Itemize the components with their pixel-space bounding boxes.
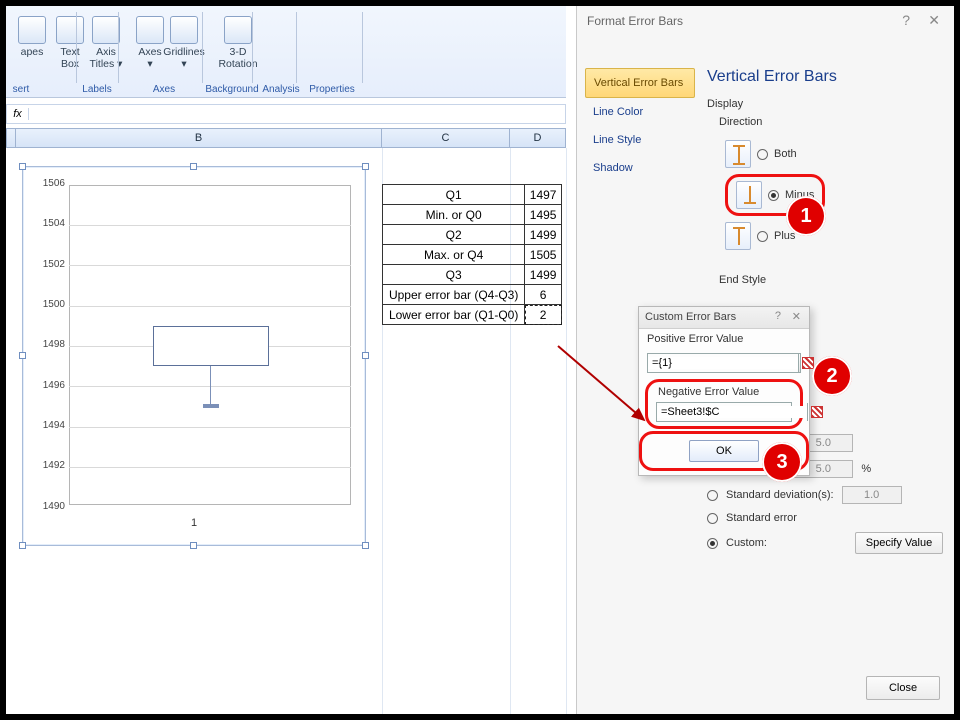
ribbon-group-axes: Axes bbox=[134, 84, 194, 95]
formula-bar: fx bbox=[6, 104, 566, 124]
ribbon-group-labels: Labels bbox=[78, 84, 116, 95]
x-category: 1 bbox=[23, 517, 365, 529]
pane-title: Format Error Bars bbox=[587, 14, 683, 28]
radio-plus[interactable] bbox=[757, 231, 768, 242]
shapes-icon bbox=[18, 16, 46, 44]
cell-value[interactable]: 1497 bbox=[525, 185, 562, 205]
help-icon[interactable]: ? bbox=[902, 12, 910, 28]
both-icon bbox=[725, 140, 751, 168]
positive-label: Positive Error Value bbox=[639, 329, 809, 349]
positive-value-box bbox=[647, 353, 801, 373]
radio-both[interactable] bbox=[757, 149, 768, 160]
negative-value-input[interactable] bbox=[657, 406, 807, 418]
chart-object[interactable]: 1490 1492 1494 1496 1498 1500 1502 1504 … bbox=[22, 166, 366, 546]
col-C[interactable]: C bbox=[382, 128, 510, 148]
minus-icon bbox=[736, 181, 762, 209]
negative-label: Negative Error Value bbox=[656, 386, 792, 402]
close-button[interactable]: Close bbox=[866, 676, 940, 700]
selected-cell[interactable]: 2 bbox=[525, 305, 562, 325]
negative-value-box bbox=[656, 402, 792, 422]
radio-stderr[interactable] bbox=[707, 513, 718, 524]
data-table: Q11497 Min. or Q01495 Q21499 Max. or Q41… bbox=[382, 184, 562, 325]
textbox-icon bbox=[56, 16, 84, 44]
negative-group-highlight: Negative Error Value bbox=[645, 379, 803, 429]
display-label: Display bbox=[707, 98, 743, 110]
col-D[interactable]: D bbox=[510, 128, 566, 148]
ribbon-group-properties: Properties bbox=[302, 84, 362, 95]
rotation-icon bbox=[224, 16, 252, 44]
callout-2: 2 bbox=[812, 356, 852, 396]
radio-stddev[interactable] bbox=[707, 490, 718, 501]
fx-icon[interactable]: fx bbox=[7, 108, 29, 120]
pane-nav: Vertical Error Bars Line Color Line Styl… bbox=[585, 68, 695, 182]
ribbon-group-analysis: Analysis bbox=[256, 84, 306, 95]
direction-label: Direction bbox=[719, 116, 762, 128]
gridlines-icon bbox=[170, 16, 198, 44]
axis-titles-icon bbox=[92, 16, 120, 44]
ribbon-group-insert: sert bbox=[6, 84, 36, 95]
endstyle-label: End Style bbox=[719, 274, 766, 286]
pane-heading: Vertical Error Bars bbox=[707, 68, 837, 86]
nav-line-color[interactable]: Line Color bbox=[585, 98, 695, 126]
nav-vertical-error-bars[interactable]: Vertical Error Bars bbox=[585, 68, 695, 98]
ytick: 1490 bbox=[31, 501, 65, 512]
formula-input[interactable] bbox=[29, 108, 565, 120]
lower-whisker bbox=[210, 366, 211, 406]
ribbon: apes Text Box Axis Titles ▾ Axes ▾ Gridl… bbox=[6, 6, 566, 98]
callout-3: 3 bbox=[762, 442, 802, 482]
range-select-icon[interactable] bbox=[798, 354, 800, 372]
callout-1: 1 bbox=[786, 196, 826, 236]
ribbon-3d-rotation[interactable]: 3-D Rotation bbox=[210, 16, 266, 70]
ribbon-group-background: Background bbox=[202, 84, 262, 95]
ok-button[interactable]: OK bbox=[689, 440, 759, 462]
dir-both[interactable]: Both bbox=[725, 140, 825, 168]
nav-shadow[interactable]: Shadow bbox=[585, 154, 695, 182]
col-B[interactable]: B bbox=[16, 128, 382, 148]
select-all-corner[interactable] bbox=[6, 128, 16, 148]
radio-custom[interactable] bbox=[707, 538, 718, 549]
ribbon-gridlines[interactable]: Gridlines ▾ bbox=[160, 16, 208, 70]
dialog-titlebar: Custom Error Bars ? ✕ bbox=[639, 307, 809, 329]
box-plot-box[interactable] bbox=[153, 326, 269, 366]
app-window: { "ribbon": { "buttons": ["apes", "Text\… bbox=[0, 0, 960, 720]
cell-label[interactable]: Q1 bbox=[383, 185, 525, 205]
ribbon-axis-titles[interactable]: Axis Titles ▾ bbox=[82, 16, 130, 70]
nav-line-style[interactable]: Line Style bbox=[585, 126, 695, 154]
specify-value-button[interactable]: Specify Value bbox=[855, 532, 943, 554]
stddev-input bbox=[842, 486, 902, 504]
radio-minus[interactable] bbox=[768, 190, 779, 201]
positive-value-input[interactable] bbox=[648, 357, 798, 369]
column-headers: B C D bbox=[6, 128, 566, 148]
plus-icon bbox=[725, 222, 751, 250]
dialog-close-icon[interactable]: ✕ bbox=[792, 310, 801, 323]
range-select-icon[interactable] bbox=[807, 403, 808, 421]
close-icon[interactable]: ✕ bbox=[928, 12, 940, 29]
direction-options: Both Minus Plus bbox=[725, 134, 825, 256]
dialog-help-icon[interactable]: ? bbox=[775, 310, 781, 322]
whisker-cap-icon bbox=[203, 404, 219, 408]
